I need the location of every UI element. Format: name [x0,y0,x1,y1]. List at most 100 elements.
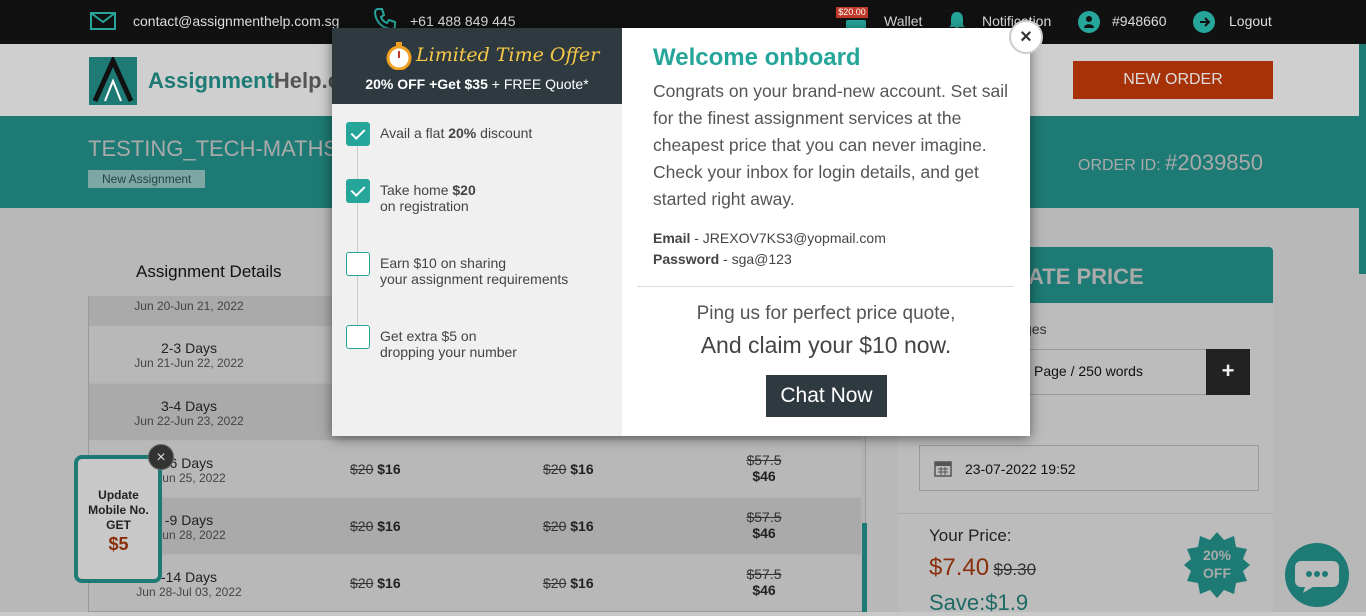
item-text: your assignment requirements [380,271,569,287]
stopwatch-icon [386,42,412,75]
email-value: - JREXOV7KS3@yopmail.com [690,230,886,246]
item-discount: Avail a flat 20% discount [380,125,532,141]
price-new: $16 [570,575,594,591]
welcome-title: Welcome onboard [653,44,861,71]
checkbox-sharing[interactable] [346,252,370,276]
contact-phone[interactable]: +61 488 849 445 [410,13,516,29]
row-date: Jun 28-Jul 03, 2022 [136,585,242,599]
item-text: Avail a flat [380,125,449,141]
your-price-label: Your Price: [929,526,1012,545]
price-old: $57.5 [746,509,782,525]
price-new: $46 [752,525,776,541]
calendar-icon [934,459,952,482]
password-value: - sga@123 [719,251,792,267]
logo-icon[interactable] [89,54,137,105]
promo-line2: Mobile No. [88,503,149,517]
logo-text[interactable]: AssignmentHelp.co [148,68,353,94]
offer-subtitle-rest: + FREE Quote* [487,76,589,92]
checklist-line [357,146,358,346]
item-bold: $20 [452,182,476,198]
price-old: $20 [350,461,374,477]
wallet-link[interactable]: Wallet [884,13,922,29]
welcome-body: Congrats on your brand-new account. Set … [653,81,1009,209]
contact-email[interactable]: contact@assignmenthelp.com.sg [133,13,339,29]
row-label: 2-3 Days [160,340,218,356]
order-id: ORDER ID: #2039850 [1078,150,1263,176]
welcome-popup: Limited Time Offer 20% OFF +Get $35 + FR… [332,28,1030,436]
row-date: Jun 22-Jun 23, 2022 [134,414,244,428]
email-label: Email [653,230,691,246]
offer-subtitle: 20% OFF +Get $35 + FREE Quote* [332,76,622,92]
logo-text-part1: Assignment [148,68,274,93]
ping-line2: And claim your $10 now. [700,332,952,358]
user-id[interactable]: #948660 [1112,13,1167,29]
price-values: $7.40 $9.30 [929,554,1036,582]
assignment-title: TESTING_TECH-MATHS [88,136,339,161]
item-text: on registration [380,198,469,214]
add-page-button[interactable]: + [1206,349,1250,395]
item-number: Get extra $5 on dropping your number [380,328,517,360]
offer-header: Limited Time Offer 20% OFF +Get $35 + FR… [332,28,622,104]
price-new: $16 [377,461,401,477]
price-new: $7.40 [929,554,990,581]
details-heading: Assignment Details [136,262,282,281]
deadline-value: 23-07-2022 19:52 [965,461,1076,477]
checkbox-discount[interactable] [346,122,370,146]
row-date: Jun 20-Jun 21, 2022 [134,299,244,313]
price-old: $20 [350,518,374,534]
badge-line1: 20% [1202,547,1232,563]
price-new: $16 [377,518,401,534]
price-new: $16 [377,575,401,591]
discount-badge: 20% OFF [1184,532,1250,598]
mail-icon [90,12,116,33]
order-id-value: #2039850 [1165,150,1264,175]
page-scrollbar[interactable] [1359,44,1366,274]
price-old: $9.30 [993,560,1037,579]
password-label: Password [653,251,720,267]
item-text: Take home [380,182,453,198]
row-date: Jun 21-Jun 22, 2022 [134,356,244,370]
table-scrollbar[interactable] [862,523,867,612]
new-order-button[interactable]: NEW ORDER [1073,61,1273,99]
item-registration: Take home $20 on registration [380,182,476,214]
logout-icon [1193,11,1215,33]
price-old: $57.5 [746,566,782,582]
price-new: $46 [752,582,776,598]
divider [637,286,1014,287]
calculator-heading: ATE PRICE [1028,264,1144,289]
price-old: $57.5 [746,452,782,468]
item-bold: 20% [448,125,477,141]
row-label: 3-4 Days [160,398,218,414]
popup-close-icon[interactable]: × [1009,20,1043,54]
item-text: Earn $10 on sharing [380,255,507,271]
logout-link[interactable]: Logout [1229,13,1272,29]
price-new: $16 [570,461,594,477]
promo-amount: $5 [108,534,129,554]
price-old: $20 [543,518,567,534]
user-icon [1078,11,1100,33]
table-row[interactable]: -9 Days -Jun 28, 2022 $20 $16 $20 $16 $57… [89,498,861,554]
item-text: dropping your number [380,344,517,360]
table-row[interactable]: -6 Days -Jun 25, 2022 $20 $16 $20 $16 $57… [89,441,861,497]
checkbox-number[interactable] [346,325,370,349]
assignment-tag: New Assignment [88,170,206,188]
chat-now-button[interactable]: Chat Now [766,375,887,417]
save-amount: Save:$1.9 [929,590,1029,615]
promo-close-icon[interactable]: × [148,444,174,470]
promo-line3: GET [106,518,131,532]
order-id-label: ORDER ID: [1078,157,1161,174]
deadline-field[interactable]: 23-07-2022 19:52 [919,445,1259,491]
chat-icon [1295,561,1339,593]
login-password: Password - sga@123 [653,251,792,267]
badge-line2: OFF [1203,565,1231,581]
ping-line1: Ping us for perfect price quote, [696,303,956,324]
item-text: Get extra $5 on [380,328,477,344]
table-row[interactable]: -14 Days Jun 28-Jul 03, 2022 $20 $16 $20 … [89,555,861,611]
mobile-promo[interactable]: Update Mobile No. GET $5 × [74,444,174,585]
checkbox-registration[interactable] [346,179,370,203]
price-summary: Your Price: $7.40 $9.30 Save:$1.9 20% OF… [898,513,1273,615]
price-old: $20 [543,575,567,591]
item-sharing: Earn $10 on sharing your assignment requi… [380,255,568,287]
price-new: $46 [752,468,776,484]
chat-bubble[interactable] [1285,543,1349,607]
